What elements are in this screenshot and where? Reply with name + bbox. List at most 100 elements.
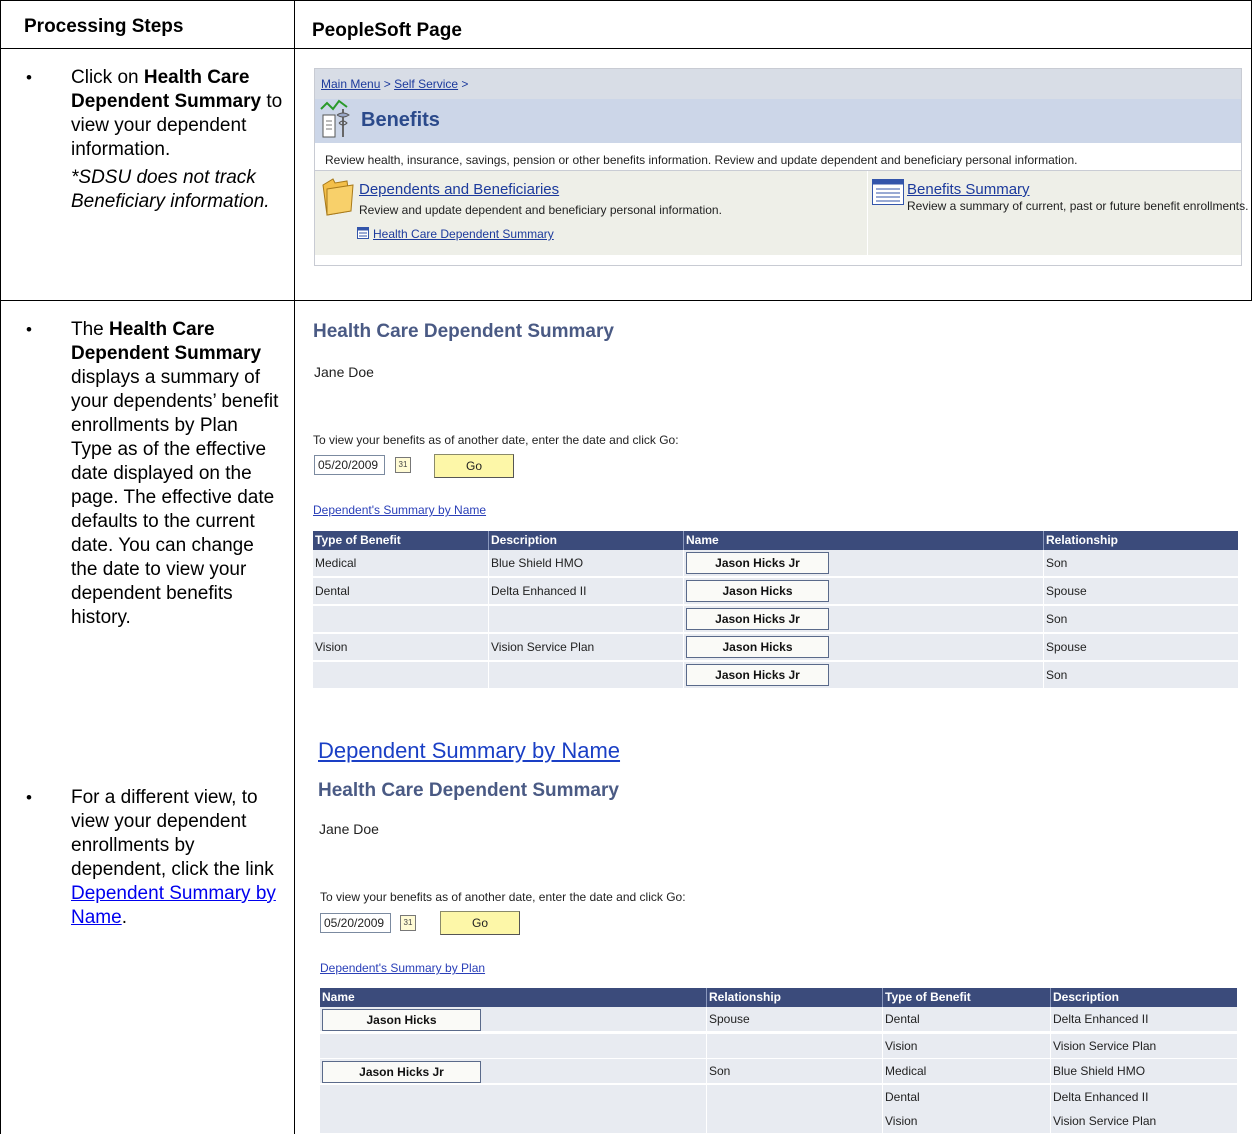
description-cell: Vision Service Plan (1050, 1034, 1237, 1059)
employee-name: Jane Doe (314, 364, 374, 380)
dependents-and-beneficiaries-link[interactable]: Dependents and Beneficiaries (359, 181, 559, 198)
benefits-summary-icon (872, 179, 904, 205)
breadcrumb-main-menu[interactable]: Main Menu (321, 77, 380, 91)
health-care-dependent-summary-link[interactable]: Health Care Dependent Summary (373, 227, 554, 241)
effective-date-input[interactable]: 05/20/2009 (314, 455, 385, 475)
dependent-name-button[interactable]: Jason Hicks Jr (686, 608, 829, 630)
dependent-name-button[interactable]: Jason Hicks Jr (686, 552, 829, 574)
step-3-text: For a different view, to view your depen… (71, 786, 283, 930)
table-row: Vision Vision Service Plan (320, 1109, 1237, 1134)
step-text: . (121, 907, 127, 928)
table-row: Vision Vision Service Plan Jason Hicks Spou… (313, 634, 1238, 661)
column-header: Relationship (706, 988, 882, 1007)
page-icon (357, 227, 369, 239)
name-cell (320, 1034, 706, 1059)
dependent-name-button[interactable]: Jason Hicks Jr (322, 1061, 481, 1083)
peoplesoft-page-header: PeopleSoft Page (312, 20, 462, 41)
step-text: The (71, 319, 110, 340)
step-3: • For a different view, to view your dep… (26, 786, 286, 946)
name-cell (320, 1109, 706, 1134)
type-of-benefit-cell: Medical (882, 1059, 1050, 1084)
description-cell: Vision Service Plan (1050, 1109, 1237, 1134)
name-cell: Jason Hicks Jr (683, 606, 1043, 633)
step-1: • Click on Health Care Dependent Summary… (26, 66, 286, 276)
relationship-cell: Son (1043, 550, 1238, 577)
step-2: • The Health Care Dependent Summary disp… (26, 318, 286, 698)
dependent-name-button[interactable]: Jason Hicks Jr (686, 664, 829, 686)
column-header: Relationship (1043, 531, 1238, 550)
benefits-page-screenshot: Main Menu > Self Service > Benefits Revi… (314, 68, 1248, 266)
name-cell: Jason Hicks Jr (320, 1059, 706, 1084)
table-row: Jason Hicks Jr Son Medical Blue Shield HMO (320, 1059, 1237, 1084)
table-row: Medical Blue Shield HMO Jason Hicks Jr Son (313, 550, 1238, 577)
dependent-name-button[interactable]: Jason Hicks (322, 1009, 481, 1031)
go-button[interactable]: Go (440, 911, 520, 935)
date-instruction: To view your benefits as of another date… (313, 433, 679, 447)
description-cell: Delta Enhanced II (488, 578, 683, 605)
benefits-summary-section: Benefits Summary Review a summary of cur… (868, 171, 1248, 255)
go-button[interactable]: Go (434, 454, 514, 478)
date-instruction: To view your benefits as of another date… (320, 890, 686, 904)
name-cell: Jason Hicks (683, 578, 1043, 605)
page-title: Health Care Dependent Summary (313, 321, 614, 342)
benefits-caduceus-icon (320, 99, 350, 138)
table-row: Dental Delta Enhanced II Jason Hicks Spouse (313, 578, 1238, 605)
breadcrumb: Main Menu > Self Service > (315, 69, 1241, 99)
description-cell (488, 662, 683, 689)
table-row: Dental Delta Enhanced II (320, 1085, 1237, 1110)
table-row: Jason Hicks Jr Son (313, 606, 1238, 633)
calendar-icon[interactable]: 31 (395, 457, 411, 473)
page-title: Health Care Dependent Summary (318, 780, 619, 801)
dependent-summary-by-name-link[interactable]: Dependent Summary by Name (71, 883, 276, 928)
name-cell (320, 1085, 706, 1110)
type-of-benefit-cell: Dental (315, 584, 350, 598)
step-1-note: *SDSU does not track Beneficiary informa… (71, 166, 283, 214)
relationship-cell: Spouse (1043, 634, 1238, 661)
summary-by-name-link[interactable]: Dependent's Summary by Name (313, 503, 486, 517)
type-of-benefit-cell (313, 662, 488, 689)
benefits-summary-description: Review a summary of current, past or fut… (907, 199, 1249, 213)
benefits-summary-link[interactable]: Benefits Summary (907, 181, 1030, 198)
dependents-description: Review and update dependent and benefici… (359, 203, 722, 217)
description-cell: Delta Enhanced II (1050, 1007, 1237, 1032)
processing-steps-header: Processing Steps (24, 16, 184, 37)
description-cell: Blue Shield HMO (1050, 1059, 1237, 1084)
type-of-benefit-cell: Dental (882, 1085, 1050, 1110)
benefits-title-bar: Benefits (315, 99, 1241, 143)
folder-icon (322, 178, 354, 216)
breadcrumb-separator: > (458, 77, 469, 91)
breadcrumb-self-service[interactable]: Self Service (394, 77, 458, 91)
name-cell: Jason Hicks Jr (683, 662, 1043, 689)
table-row: Jason Hicks Spouse Dental Delta Enhanced II (320, 1007, 1237, 1032)
dependent-name-button[interactable]: Jason Hicks (686, 580, 829, 602)
column-header: Description (1050, 988, 1237, 1007)
column-header: Description (488, 531, 683, 550)
table-divider (0, 300, 1252, 301)
grid-header: Name Relationship Type of Benefit Descri… (320, 988, 1237, 1007)
table-border-left (0, 0, 1, 1134)
bullet: • (26, 788, 32, 807)
step-2-text: The Health Care Dependent Summary displa… (71, 318, 283, 630)
description-cell: Blue Shield HMO (488, 550, 683, 577)
table-column-divider (294, 0, 295, 1134)
description-cell: Vision Service Plan (488, 634, 683, 661)
description-cell (488, 606, 683, 633)
description-cell: Delta Enhanced II (1050, 1085, 1237, 1110)
bullet: • (26, 320, 32, 339)
dependent-summary-by-name-caption-link[interactable]: Dependent Summary by Name (318, 738, 620, 764)
step-text: For a different view, to view your depen… (71, 787, 274, 880)
relationship-cell (706, 1034, 882, 1059)
type-of-benefit-cell: Dental (882, 1007, 1050, 1032)
relationship-cell (706, 1109, 882, 1134)
dependent-name-button[interactable]: Jason Hicks (686, 636, 829, 658)
summary-by-plan-link[interactable]: Dependent's Summary by Plan (320, 961, 485, 975)
table-divider (0, 48, 1252, 49)
step-text: Click on (71, 67, 144, 88)
name-cell: Jason Hicks Jr (683, 550, 1043, 577)
relationship-cell (706, 1085, 882, 1110)
effective-date-input[interactable]: 05/20/2009 (320, 913, 391, 933)
step-1-text: Click on Health Care Dependent Summary t… (71, 66, 283, 214)
table-border-top (0, 0, 1252, 1)
calendar-icon[interactable]: 31 (400, 915, 416, 931)
type-of-benefit-cell (313, 606, 488, 633)
